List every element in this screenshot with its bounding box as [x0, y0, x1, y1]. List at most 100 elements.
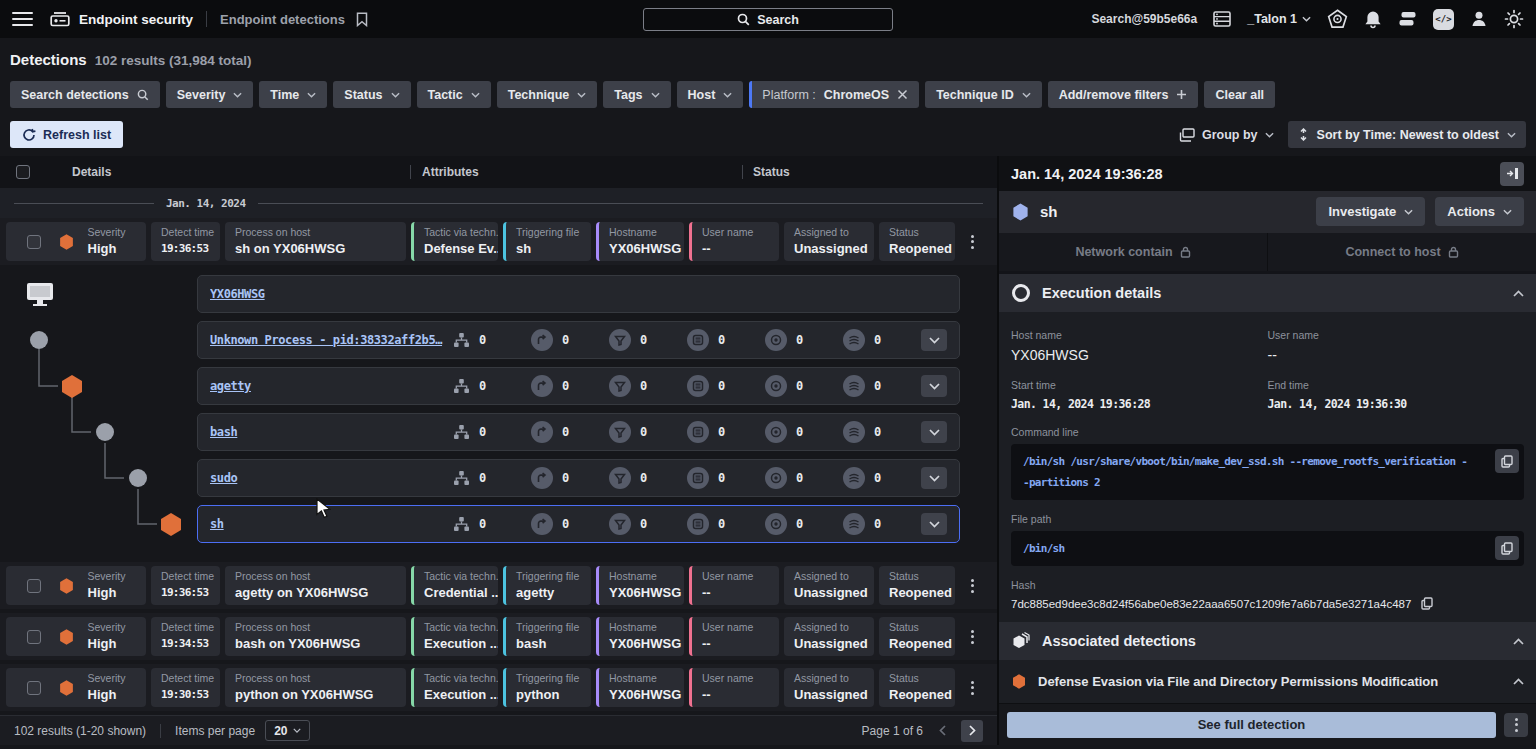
investigate-button[interactable]: Investigate [1316, 197, 1425, 226]
notifications-icon[interactable] [1364, 10, 1382, 29]
share-icon [536, 380, 548, 392]
panel-menu-button[interactable] [1504, 713, 1528, 737]
expand-row-button[interactable] [921, 329, 947, 351]
expand-row-button[interactable] [921, 421, 947, 443]
process-link[interactable]: sh [210, 517, 453, 531]
detection-row[interactable]: SeverityHigh Detect time19:30:53 Process… [0, 664, 997, 711]
filter-technique[interactable]: Technique [497, 81, 598, 108]
network-contain-tab[interactable]: Network contain [999, 233, 1267, 271]
results-count: 102 results (1-20 shown) [14, 724, 146, 738]
chevron-down-icon [929, 521, 940, 528]
divider [206, 11, 207, 27]
child-process-count: 0 [453, 516, 531, 532]
date-group-label: Jan. 14, 2024 [166, 197, 246, 210]
tree-process-row[interactable]: bash 0 0 0 [197, 413, 960, 451]
host-link[interactable]: YX06HWSG [210, 287, 947, 301]
see-full-detection-button[interactable]: See full detection [1007, 712, 1496, 738]
bookmark-icon[interactable] [356, 12, 368, 27]
page-tab[interactable]: Endpoint detections [220, 12, 345, 27]
sort-dropdown[interactable]: Sort by Time: Newest to oldest [1288, 121, 1526, 148]
detections-list: Details Attributes Status Jan. 14, 2024 … [0, 156, 997, 745]
associated-detections-header[interactable]: Associated detections [999, 622, 1536, 660]
user-name-field: User name-- [1268, 329, 1525, 363]
row-menu-button[interactable] [960, 668, 984, 707]
filter-tags[interactable]: Tags [603, 81, 670, 108]
process-node-circle [96, 423, 114, 441]
row-menu-button[interactable] [960, 617, 984, 656]
chevron-up-icon [1513, 678, 1524, 685]
status-card: StatusReopened [879, 222, 955, 261]
add-remove-filters-button[interactable]: Add/remove filters [1048, 81, 1199, 108]
user-icon[interactable] [1470, 10, 1488, 28]
copy-hash-button[interactable] [1421, 597, 1433, 610]
detection-row[interactable]: SeverityHigh Detect time19:34:53 Process… [0, 613, 997, 660]
filter-status[interactable]: Status [333, 81, 410, 108]
tree-process-row[interactable]: agetty 0 0 0 [197, 367, 960, 405]
process-link[interactable]: sudo [210, 471, 453, 485]
next-page-button[interactable] [961, 720, 983, 742]
data-source-icon[interactable] [1213, 11, 1231, 27]
associated-detection-item[interactable]: Defense Evasion via File and Directory P… [999, 660, 1536, 703]
page-title: Detections [10, 51, 87, 68]
filter-host[interactable]: Host [677, 81, 744, 108]
account-label: Search@59b5e66a [1091, 12, 1197, 26]
tree-process-row[interactable]: Unknown Process - pid:38332aff2b5… 0 0 [197, 321, 960, 359]
tree-process-row[interactable]: sh 0 0 0 [197, 505, 960, 543]
per-page-select[interactable]: 20 [265, 720, 310, 741]
row-checkbox[interactable] [27, 681, 41, 695]
filter-time[interactable]: Time [259, 81, 327, 108]
filter-tactic[interactable]: Tactic [417, 81, 491, 108]
hostname-card: HostnameYX06HWSG [596, 566, 684, 605]
filter-count: 0 [609, 329, 687, 351]
search-icon [137, 89, 149, 101]
expand-row-button[interactable] [921, 467, 947, 489]
row-checkbox[interactable] [27, 630, 41, 644]
filter-severity[interactable]: Severity [166, 81, 254, 108]
actions-button[interactable]: Actions [1435, 197, 1524, 226]
row-checkbox[interactable] [27, 579, 41, 593]
select-all-checkbox[interactable] [16, 165, 30, 179]
clear-all-button[interactable]: Clear all [1204, 81, 1275, 108]
filter-technique-id[interactable]: Technique ID [925, 81, 1042, 108]
funnel-icon [614, 381, 626, 392]
chevron-down-icon [1503, 209, 1512, 215]
tree-host-row[interactable]: YX06HWSG [197, 275, 960, 313]
column-details: Details [72, 165, 111, 179]
messages-icon[interactable] [1398, 11, 1417, 28]
process-link[interactable]: bash [210, 425, 453, 439]
row-menu-button[interactable] [960, 222, 984, 261]
menu-icon[interactable] [12, 12, 33, 27]
prev-page-button[interactable] [931, 720, 953, 742]
triggering-file-card: Triggering filebash [503, 617, 591, 656]
execution-details-header[interactable]: Execution details [999, 274, 1536, 312]
status-card: StatusReopened [879, 617, 955, 656]
connect-to-host-tab[interactable]: Connect to host [1267, 233, 1536, 271]
process-link[interactable]: agetty [210, 379, 453, 393]
search-detections-filter[interactable]: Search detections [10, 81, 160, 108]
store-icon[interactable] [1327, 9, 1348, 30]
expand-panel-button[interactable] [1500, 162, 1524, 186]
refresh-list-button[interactable]: Refresh list [10, 121, 123, 148]
panel-expand-icon [1506, 167, 1519, 180]
network-count: 0 [531, 421, 609, 443]
detection-row[interactable]: SeverityHigh Detect time19:36:53 Process… [0, 218, 997, 265]
copy-command-button[interactable] [1495, 449, 1519, 473]
expand-row-button[interactable] [921, 375, 947, 397]
row-menu-button[interactable] [960, 566, 984, 605]
detection-row[interactable]: SeverityHigh Detect time19:36:53 Process… [0, 562, 997, 609]
status-card: StatusReopened [879, 566, 955, 605]
tenant-selector[interactable]: _Talon 1 [1247, 12, 1311, 26]
process-card: Process on hostagetty on YX06HWSG [225, 566, 406, 605]
global-search[interactable]: Search [643, 8, 893, 31]
copy-path-button[interactable] [1495, 536, 1519, 560]
process-link[interactable]: Unknown Process - pid:38332aff2b5… [210, 333, 453, 347]
hash-value: 7dc885ed9dee3c8d24f56abe0e83e22aaa6507c1… [1011, 598, 1411, 610]
chevron-down-icon [293, 728, 301, 733]
group-by-dropdown[interactable]: Group by [1179, 128, 1274, 142]
filter-platform-active[interactable]: Platform : ChromeOS [749, 81, 919, 108]
code-icon[interactable]: </> [1433, 9, 1454, 30]
tree-process-row[interactable]: sudo 0 0 0 [197, 459, 960, 497]
expand-row-button[interactable] [921, 513, 947, 535]
row-checkbox[interactable] [27, 235, 41, 249]
theme-toggle-icon[interactable] [1504, 9, 1524, 29]
